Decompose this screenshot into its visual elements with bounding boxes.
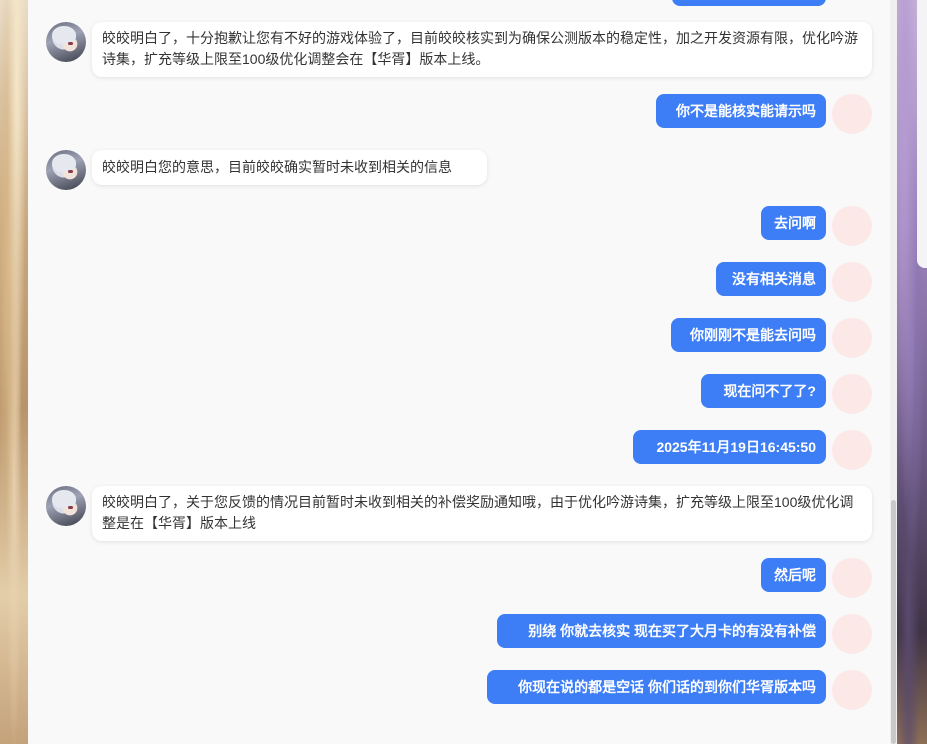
user-message-bubble: 现在问不了了? — [701, 374, 826, 408]
user-message-bubble: 去问啊 — [761, 206, 826, 240]
user-message-bubble: 你现在说的都是空话 你们话的到你们华胥版本吗 — [487, 670, 826, 704]
app-stage: 皎皎明白了，十分抱歉让您有不好的游戏体验了，目前皎皎核实到为确保公测版本的稳定性… — [0, 0, 927, 744]
side-panel-edge — [917, 0, 927, 268]
user-avatar — [832, 670, 872, 710]
user-avatar — [832, 374, 872, 414]
background-art-left — [0, 0, 28, 744]
bot-avatar — [46, 486, 86, 526]
chat-scrollbar[interactable] — [890, 0, 897, 744]
user-avatar — [832, 262, 872, 302]
user-avatar — [832, 206, 872, 246]
user-message-bubble: 没有相关消息 — [716, 262, 826, 296]
user-avatar — [832, 94, 872, 134]
bot-message-bubble: 皎皎明白了，十分抱歉让您有不好的游戏体验了，目前皎皎核实到为确保公测版本的稳定性… — [92, 22, 872, 77]
user-message-bubble: 你刚刚不是能去问吗 — [671, 318, 826, 352]
bot-avatar — [46, 150, 86, 190]
user-avatar — [832, 318, 872, 358]
bot-message-bubble: 皎皎明白您的意思，目前皎皎确实暂时未收到相关的信息 — [92, 150, 487, 185]
user-message-bubble: 然后呢 — [761, 558, 826, 592]
user-message-bubble: 别绕 你就去核实 现在买了大月卡的有没有补偿 — [497, 614, 826, 648]
user-avatar — [832, 614, 872, 654]
user-message-bubble: 2025年11月19日16:45:50 — [633, 430, 826, 464]
user-avatar — [832, 558, 872, 598]
user-avatar — [832, 430, 872, 470]
bot-avatar — [46, 22, 86, 62]
bot-message-bubble: 皎皎明白了，关于您反馈的情况目前暂时未收到相关的补偿奖励通知哦，由于优化吟游诗集… — [92, 486, 872, 541]
user-message-bubble: 你不是能核实能请示吗 — [656, 94, 826, 128]
user-message-bubble — [672, 0, 826, 6]
scrollbar-thumb[interactable] — [891, 500, 896, 744]
